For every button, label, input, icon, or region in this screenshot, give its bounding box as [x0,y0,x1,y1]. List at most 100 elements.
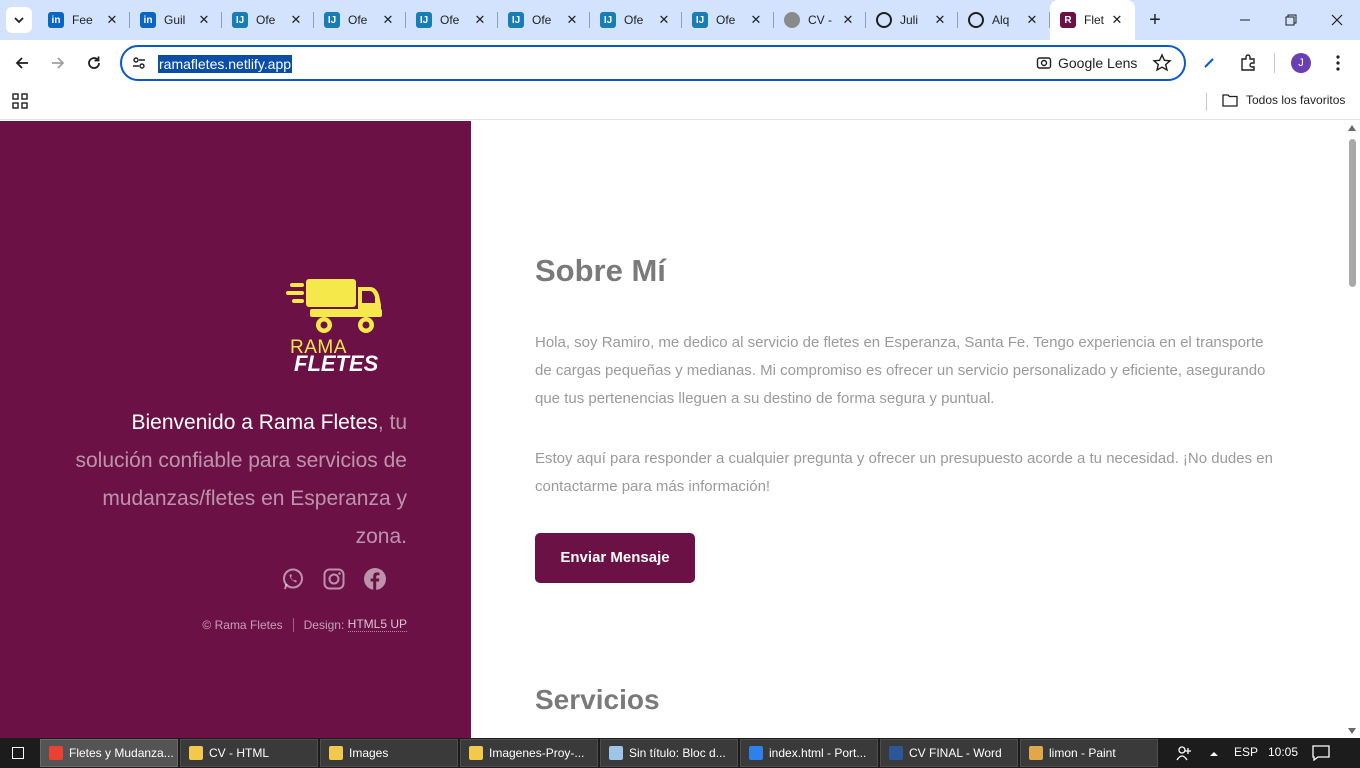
tab-title: Ofe [256,13,276,27]
tab-10[interactable]: Alq ✕ [958,0,1050,40]
language-indicator[interactable]: ESP [1234,745,1258,759]
scroll-up-arrow-icon[interactable] [1348,125,1356,131]
scroll-down-arrow-icon[interactable] [1348,728,1356,734]
tab-1[interactable]: in Guil ✕ [130,0,222,40]
google-lens-icon [1036,57,1052,69]
clock[interactable]: 10:05 [1268,745,1298,759]
folder-icon [1222,94,1238,107]
taskbar-item-label: index.html - Port... [769,746,867,760]
pen-icon [1204,58,1214,68]
tab-close-icon[interactable]: ✕ [104,12,120,28]
tab-close-icon[interactable]: ✕ [656,12,672,28]
taskbar-item-label: Sin título: Bloc d... [629,746,726,760]
instagram-icon[interactable] [322,567,346,591]
tab-5[interactable]: IJ Ofe ✕ [498,0,590,40]
footer-design-label: Design: [303,617,345,632]
browser-menu-button[interactable] [1327,52,1349,74]
taskbar-item-1[interactable]: CV - HTML [180,739,318,767]
tab-close-icon[interactable]: ✕ [840,12,856,28]
tab-title: Alq [992,13,1010,27]
tab-close-icon[interactable]: ✕ [288,12,304,28]
avatar: J [1291,53,1311,73]
infojobs-icon: IJ [692,12,708,28]
more-vertical-icon [1336,55,1340,71]
restore-button[interactable] [1268,0,1314,40]
site-settings-icon[interactable] [131,55,147,71]
people-icon[interactable] [1176,745,1192,761]
url-text[interactable]: ramafletes.netlify.app [158,55,293,73]
reload-icon [88,56,100,69]
tab-2[interactable]: IJ Ofe ✕ [222,0,314,40]
taskbar-item-3[interactable]: Imagenes-Proy-... [460,739,598,767]
tab-close-icon[interactable]: ✕ [932,12,948,28]
forward-button[interactable] [47,52,69,74]
footer-divider [292,617,294,632]
tab-9[interactable]: Juli ✕ [866,0,958,40]
taskbar-item-2[interactable]: Images [320,739,458,767]
tab-8[interactable]: CV - ✕ [774,0,866,40]
tray-chevron-up-icon[interactable] [1209,750,1219,758]
apps-grid-icon[interactable] [12,93,28,109]
html5up-link[interactable]: HTML5 UP [347,617,407,632]
tree-icon [968,12,984,28]
tab-close-icon[interactable]: ✕ [380,12,396,28]
chevron-down-icon [14,17,24,24]
linkedin-icon: in [140,12,156,28]
vscode-icon [749,746,763,760]
new-tab-button[interactable]: + [1146,10,1164,30]
back-button[interactable] [11,52,33,74]
tab-title: CV - [808,13,832,27]
tab-0[interactable]: in Fee ✕ [38,0,130,40]
folder-icon [329,746,343,760]
taskbar-item-4[interactable]: Sin título: Bloc d... [600,739,738,767]
scroll-thumb[interactable] [1349,139,1356,287]
google-lens-button[interactable]: Google Lens [1036,55,1137,71]
chrome-icon [49,746,63,760]
close-icon [1331,14,1343,26]
tab-6[interactable]: IJ Ofe ✕ [590,0,682,40]
address-bar[interactable]: ramafletes.netlify.app Google Lens [120,45,1186,81]
tab-close-icon[interactable]: ✕ [472,12,488,28]
tab-close-icon[interactable]: ✕ [564,12,580,28]
taskbar-item-5[interactable]: index.html - Port... [740,739,878,767]
bookmark-star-icon[interactable] [1152,53,1172,73]
tab-close-icon[interactable]: ✕ [1109,12,1125,28]
tab-7[interactable]: IJ Ofe ✕ [682,0,774,40]
paint-icon [1029,746,1043,760]
tab-close-icon[interactable]: ✕ [748,12,764,28]
send-message-button[interactable]: Enviar Mensaje [535,533,695,583]
profile-button[interactable]: J [1290,52,1312,74]
circle-icon [876,12,892,28]
tab-11[interactable]: R Flet ✕ [1050,0,1135,40]
browser-toolbar: ramafletes.netlify.app Google Lens J [0,40,1360,86]
taskbar-item-label: CV FINAL - Word [909,746,1002,760]
tab-list: in Fee ✕ in Guil ✕ IJ Ofe ✕ IJ Ofe ✕ IJ Ofe ✕ IJ Ofe ✕ IJ O… [38,0,1135,40]
tab-3[interactable]: IJ Ofe ✕ [314,0,406,40]
tab-title: Ofe [716,13,736,27]
infojobs-icon: IJ [600,12,616,28]
tab-title: Ofe [624,13,644,27]
page-scrollbar[interactable] [1345,121,1360,738]
linkedin-icon: in [48,12,64,28]
facebook-icon[interactable] [363,567,387,591]
tab-search-button[interactable] [6,7,32,33]
notifications-icon[interactable] [1312,745,1330,761]
bookmarks-bar: Todos los favoritos [0,86,1360,120]
about-title: Sobre Mí [535,253,666,288]
extensions-button[interactable] [1237,52,1259,74]
main-content: Sobre Mí Hola, soy Ramiro, me dedico al … [471,121,1345,738]
whatsapp-icon[interactable] [281,567,305,591]
tab-4[interactable]: IJ Ofe ✕ [406,0,498,40]
start-button-icon[interactable] [12,747,24,759]
sidebar-header: RAMA FLETES Bienvenido a Rama Fletes, tu… [0,121,471,738]
taskbar-item-7[interactable]: limon - Paint [1020,739,1158,767]
all-bookmarks-button[interactable]: Todos los favoritos [1222,93,1345,107]
minimize-button[interactable] [1222,0,1268,40]
reload-button[interactable] [83,52,105,74]
close-window-button[interactable] [1314,0,1360,40]
tab-close-icon[interactable]: ✕ [1024,12,1040,28]
taskbar-item-0[interactable]: Fletes y Mudanza... [40,739,178,767]
extension-pen-button[interactable] [1198,52,1220,74]
tab-close-icon[interactable]: ✕ [196,12,212,28]
taskbar-item-6[interactable]: CV FINAL - Word [880,739,1018,767]
